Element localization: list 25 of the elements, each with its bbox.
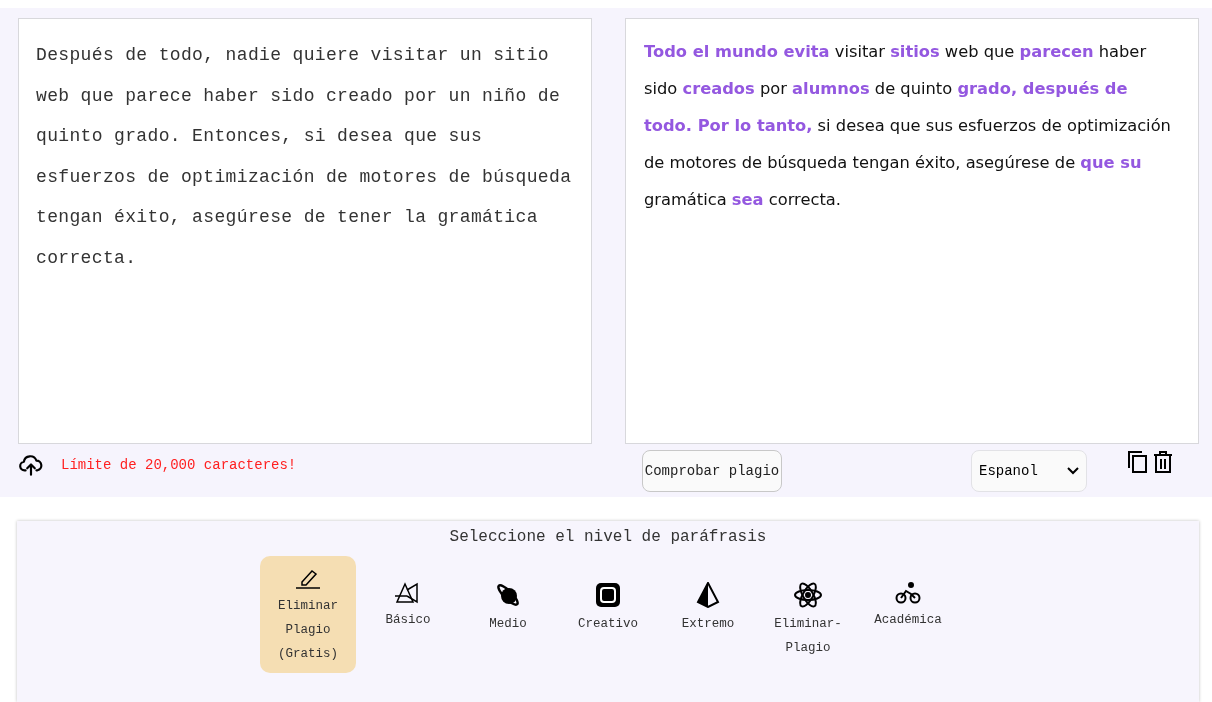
input-text: Después de todo, nadie quiere visitar un sitio web que parece haber sido creado por un niño de quinto grado. Entonces, si desea que sus esfuerzos de optimización de motores de búsqueda tengan éxito, asegúrese de tener la gramática correcta.	[36, 45, 572, 268]
output-text: Todo el mundo evita visitar sitios web que parecen haber sido creados por alumnos de quinto grado, después de todo. Por lo tanto, si desea que sus esfuerzos de optimización de motores de búsqueda tengan éxito, asegúrese de que su gramática sea correcta.	[644, 41, 1172, 211]
level-option[interactable]: Básico	[360, 556, 456, 673]
level-option[interactable]: Medio	[460, 556, 556, 673]
rounded-square-icon	[595, 582, 621, 608]
trash-icon[interactable]	[1153, 450, 1173, 474]
planet-icon	[495, 582, 521, 608]
prism-icon	[395, 582, 421, 604]
copy-icon[interactable]	[1127, 450, 1149, 474]
pen-icon	[294, 568, 322, 590]
input-text-area[interactable]	[18, 18, 592, 444]
level-option[interactable]: Eliminar-Plagio	[760, 556, 856, 673]
upload-icon[interactable]	[18, 452, 44, 478]
level-option[interactable]: Eliminar Plagio (Gratis)	[260, 556, 356, 673]
level-option[interactable]: Extremo	[660, 556, 756, 673]
panel-title: Seleccione el nivel de paráfrasis	[448, 528, 768, 546]
level-option[interactable]: Académica	[860, 556, 956, 673]
atom-icon	[794, 582, 822, 608]
level-option[interactable]: Creativo	[560, 556, 656, 673]
chevron-down-icon	[1066, 465, 1080, 476]
check-plagiarism-button[interactable]: Comprobar plagio	[642, 449, 782, 492]
pyramid-icon	[696, 582, 720, 608]
character-limit-note: Límite de 20,000 caracteres!	[61, 457, 297, 473]
language-select[interactable]: Espanol	[971, 449, 1087, 492]
cyclist-icon	[895, 582, 921, 604]
